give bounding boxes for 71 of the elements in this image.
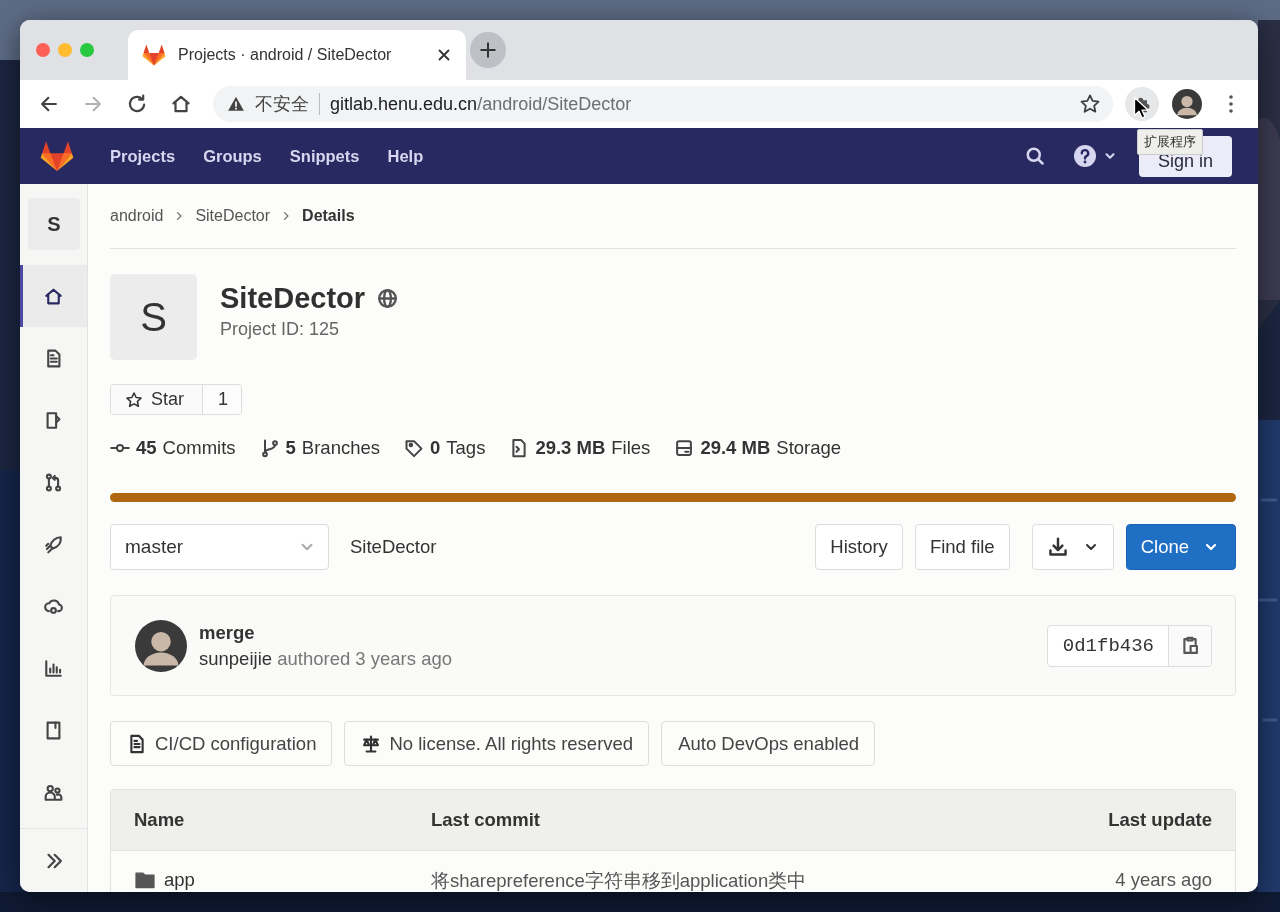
download-icon	[1046, 536, 1069, 558]
commit-title-link[interactable]: merge	[199, 621, 1047, 644]
bar-chart-icon	[43, 657, 64, 679]
search-icon[interactable]	[1025, 146, 1045, 166]
history-button[interactable]: History	[815, 524, 903, 570]
star-icon	[125, 390, 143, 409]
file-name-link[interactable]: app	[134, 869, 431, 891]
merge-request-icon	[43, 471, 64, 493]
project-avatar[interactable]: S	[28, 198, 80, 250]
branch-dropdown[interactable]: master	[110, 524, 329, 570]
clipboard-icon	[1180, 635, 1200, 656]
project-id: Project ID: 125	[220, 319, 341, 340]
url-text: gitlab.henu.edu.cn/android/SiteDector	[330, 93, 633, 115]
repository-path: SiteDector	[350, 536, 438, 558]
avatar-icon	[1172, 89, 1202, 119]
copy-sha-button[interactable]	[1168, 625, 1211, 666]
more-icon	[1228, 94, 1234, 114]
storage-icon	[674, 438, 695, 458]
last-update: 4 years ago	[1115, 869, 1212, 891]
breadcrumb-link[interactable]: Details	[302, 207, 355, 225]
stat-link[interactable]: 29.3 MB Files	[509, 437, 651, 459]
document-icon	[127, 733, 147, 754]
breadcrumb-link[interactable]: android	[110, 207, 164, 225]
cursor-icon	[1133, 96, 1149, 120]
nav-link[interactable]: Projects	[110, 146, 176, 166]
sidebar-item[interactable]	[20, 265, 87, 327]
help-dropdown[interactable]	[1073, 144, 1117, 168]
project-badge[interactable]: Auto DevOps enabled	[661, 721, 876, 766]
find-file-button[interactable]: Find file	[914, 524, 1010, 570]
nav-link[interactable]: Groups	[203, 146, 262, 166]
plus-icon	[479, 41, 497, 59]
project-avatar: S	[110, 274, 197, 360]
download-dropdown[interactable]	[1031, 524, 1114, 570]
commit-message-link[interactable]: 将sharepreference字符串移到application类中	[431, 867, 992, 892]
address-bar[interactable]: 不安全 gitlab.henu.edu.cn/android/SiteDector	[213, 86, 1113, 122]
project-badge[interactable]: CI/CD configuration	[110, 721, 333, 766]
tooltip: 扩展程序	[1137, 129, 1203, 155]
nav-link[interactable]: Help	[387, 146, 424, 166]
column-header: Last update	[1108, 809, 1212, 831]
home-icon	[170, 93, 192, 115]
stat-link[interactable]: 5 Branches	[259, 437, 380, 459]
warning-icon	[227, 95, 245, 113]
tag-icon	[404, 438, 424, 458]
column-header: Last commit	[431, 809, 541, 831]
branch-icon	[259, 438, 280, 458]
security-label: 不安全	[255, 93, 309, 116]
gitlab-logo-icon[interactable]	[40, 139, 74, 173]
author-link[interactable]: sunpeijie	[199, 647, 273, 669]
rocket-icon	[43, 533, 64, 555]
stat-link[interactable]: 0 Tags	[404, 437, 486, 459]
project-title: SiteDector	[220, 282, 366, 315]
column-header: Name	[134, 809, 186, 831]
project-badge[interactable]: No license. All rights reserved	[344, 721, 650, 766]
commit-meta: authored 3 years ago	[277, 647, 453, 669]
reload-icon	[126, 93, 148, 115]
stat-link[interactable]: 29.4 MB Storage	[674, 437, 842, 459]
clone-button[interactable]: Clone	[1125, 524, 1236, 570]
stat-link[interactable]: 45 Commits	[110, 437, 236, 459]
profile-button[interactable]	[1170, 87, 1204, 121]
help-icon	[1073, 144, 1097, 168]
star-count[interactable]: 1	[202, 385, 242, 414]
breadcrumb-link[interactable]: SiteDector	[195, 207, 271, 225]
avatar-icon	[135, 619, 187, 672]
gitlab-logo-icon	[142, 43, 166, 67]
globe-icon	[377, 288, 399, 309]
nav-link[interactable]: Snippets	[289, 146, 360, 166]
new-tab-button[interactable]	[470, 32, 506, 68]
star-icon[interactable]	[1079, 93, 1101, 115]
close-icon[interactable]	[436, 47, 452, 63]
browser-tab[interactable]: Projects · android / SiteDector	[128, 30, 466, 80]
scale-icon	[361, 733, 382, 754]
